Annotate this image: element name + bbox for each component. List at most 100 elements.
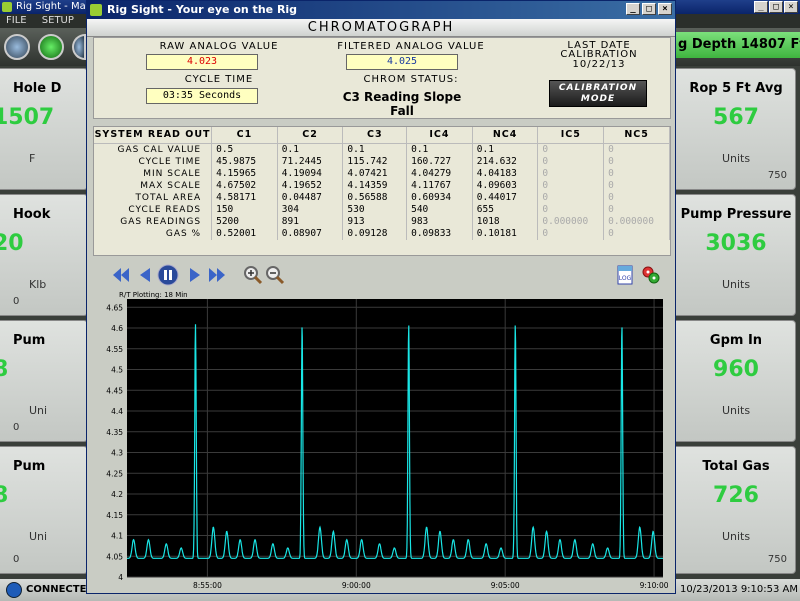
col-header: IC5 bbox=[537, 127, 605, 144]
tile-value: 1507 bbox=[0, 105, 55, 130]
table-cell: 0 bbox=[603, 179, 670, 192]
table-cell: 0 bbox=[537, 227, 605, 240]
y-tick-label: 4.1 bbox=[111, 532, 123, 541]
menu-file[interactable]: FILE bbox=[6, 15, 27, 26]
clock-icon[interactable] bbox=[4, 34, 30, 60]
gear-icon[interactable] bbox=[72, 34, 86, 60]
x-tick-label: 9:10:00 bbox=[640, 581, 669, 590]
svg-text:LOG: LOG bbox=[619, 275, 632, 282]
table-cell: 0.60934 bbox=[406, 191, 473, 204]
y-tick-label: 4.3 bbox=[111, 449, 123, 458]
y-tick-label: 4.4 bbox=[111, 407, 123, 416]
window-title: Rig Sight - Your eye on the Rig bbox=[107, 3, 298, 16]
chromatograph-titlebar: Rig Sight - Your eye on the Rig _ □ × bbox=[87, 1, 675, 19]
table-cell: 4.04279 bbox=[406, 167, 473, 180]
table-cell: 0 bbox=[537, 167, 605, 180]
row-label: CYCLE TIME bbox=[94, 155, 213, 168]
tile-title: Pum bbox=[13, 459, 46, 474]
chromatograph-header: CHROMATOGRAPH bbox=[87, 19, 675, 37]
maximize-button[interactable]: □ bbox=[642, 3, 656, 15]
chrom-status-label: CHROM STATUS: bbox=[363, 74, 459, 85]
maximize-button[interactable]: □ bbox=[769, 1, 783, 13]
zoom-out-icon[interactable] bbox=[265, 265, 285, 285]
table-cell: 530 bbox=[342, 203, 408, 216]
minimize-button[interactable]: _ bbox=[754, 1, 768, 13]
col-header: C2 bbox=[277, 127, 344, 144]
pause-icon[interactable] bbox=[157, 264, 179, 286]
table-row: GAS READINGS 5200 891 913 983 1018 0.000000 0.0… bbox=[94, 215, 670, 228]
col-header: IC4 bbox=[406, 127, 473, 144]
x-tick-label: 9:00:00 bbox=[342, 581, 371, 590]
table-cell: 0.52001 bbox=[211, 227, 278, 240]
table-cell: 0.1 bbox=[406, 143, 473, 156]
table-cell: 45.9875 bbox=[211, 155, 278, 168]
y-tick-label: 4.65 bbox=[106, 303, 123, 312]
chromatogram-chart: 4 4.05 4.1 4.15 4.2 4.25 4.3 4.35 4.4 4.45 4.5 4.55… bbox=[106, 299, 669, 590]
table-cell: 540 bbox=[406, 203, 473, 216]
table-cell: 4.19094 bbox=[277, 167, 344, 180]
y-tick-label: 4.25 bbox=[106, 469, 123, 478]
close-button[interactable]: × bbox=[784, 1, 798, 13]
table-cell: 0 bbox=[603, 143, 670, 156]
table-cell: 0 bbox=[537, 191, 605, 204]
tile-unit: F bbox=[29, 152, 36, 165]
zoom-in-icon[interactable] bbox=[243, 265, 263, 285]
table-cell: 0.09833 bbox=[406, 227, 473, 240]
table-cell: 983 bbox=[406, 215, 473, 228]
x-tick-label: 9:05:00 bbox=[491, 581, 520, 590]
y-tick-label: 4.5 bbox=[111, 366, 123, 375]
y-tick-label: 4.15 bbox=[106, 511, 123, 520]
table-cell: 214.632 bbox=[472, 155, 539, 168]
table-cell: 0.04487 bbox=[277, 191, 344, 204]
table-row: TOTAL AREA 4.58171 0.04487 0.56588 0.60934 0.… bbox=[94, 191, 670, 204]
table-row: GAS % 0.52001 0.08907 0.09128 0.09833 0.10181… bbox=[94, 227, 670, 240]
signal-icon[interactable] bbox=[38, 34, 64, 60]
minimize-button[interactable]: _ bbox=[626, 3, 640, 15]
table-row: CYCLE READS 150 304 530 540 655 0 0 bbox=[94, 203, 670, 216]
col-header: C3 bbox=[342, 127, 408, 144]
step-forward-icon[interactable] bbox=[185, 265, 205, 285]
table-cell: 4.09603 bbox=[472, 179, 539, 192]
table-row: MAX SCALE 4.67502 4.19652 4.14359 4.11767 4.0… bbox=[94, 179, 670, 192]
tile-value: 20 bbox=[0, 231, 24, 256]
table-cell: 0.44017 bbox=[472, 191, 539, 204]
table-cell: 0 bbox=[537, 203, 605, 216]
row-label: GAS CAL VALUE bbox=[94, 143, 213, 156]
table-cell: 0.5 bbox=[211, 143, 278, 156]
tile-title: Pum bbox=[13, 333, 46, 348]
tile-unit: Klb bbox=[29, 278, 47, 291]
connection-icon bbox=[6, 582, 22, 598]
menu-setup[interactable]: SETUP bbox=[42, 15, 74, 26]
raw-analog-label: RAW ANALOG VALUE bbox=[159, 41, 279, 52]
table-cell: 0.000000 bbox=[537, 215, 605, 228]
cycle-time-label: CYCLE TIME bbox=[184, 74, 254, 85]
col-header: NC4 bbox=[472, 127, 539, 144]
row-label: GAS READINGS bbox=[94, 215, 213, 228]
calibration-mode-button[interactable]: CALIBRATION MODE bbox=[549, 80, 647, 107]
y-tick-label: 4.55 bbox=[106, 345, 123, 354]
y-tick-label: 4.2 bbox=[111, 490, 123, 499]
hole-depth-banner: g Depth 14807 Ft bbox=[666, 32, 800, 58]
system-readout-table: SYSTEM READ OUT C1 C2 C3 IC4 NC4 IC5 NC5… bbox=[93, 126, 671, 256]
tile-title: Hook bbox=[13, 207, 51, 222]
tile-hole-depth: Hole D 1507 F bbox=[0, 68, 88, 190]
settings-gear-icon[interactable] bbox=[641, 265, 661, 285]
table-cell: 0.1 bbox=[277, 143, 344, 156]
row-label: MAX SCALE bbox=[94, 179, 213, 192]
row-label: CYCLE READS bbox=[94, 203, 213, 216]
y-tick-label: 4.05 bbox=[106, 552, 123, 561]
table-cell: 0 bbox=[603, 167, 670, 180]
log-icon[interactable]: LOG bbox=[615, 265, 635, 285]
row-label: MIN SCALE bbox=[94, 167, 213, 180]
step-back-icon[interactable] bbox=[135, 265, 155, 285]
tile-max: 750 bbox=[767, 170, 787, 181]
tile-min: 0 bbox=[13, 554, 20, 565]
calibration-button-line1: CALIBRATION bbox=[558, 83, 638, 93]
tile-pump-2: Pum 8 Uni 0 bbox=[0, 446, 88, 574]
close-button[interactable]: × bbox=[658, 3, 672, 15]
rewind-icon[interactable] bbox=[111, 265, 131, 285]
calibration-button-line2: MODE bbox=[580, 94, 616, 104]
y-tick-label: 4.6 bbox=[111, 324, 123, 333]
fast-forward-icon[interactable] bbox=[207, 265, 227, 285]
tile-min: 0 bbox=[13, 296, 20, 307]
